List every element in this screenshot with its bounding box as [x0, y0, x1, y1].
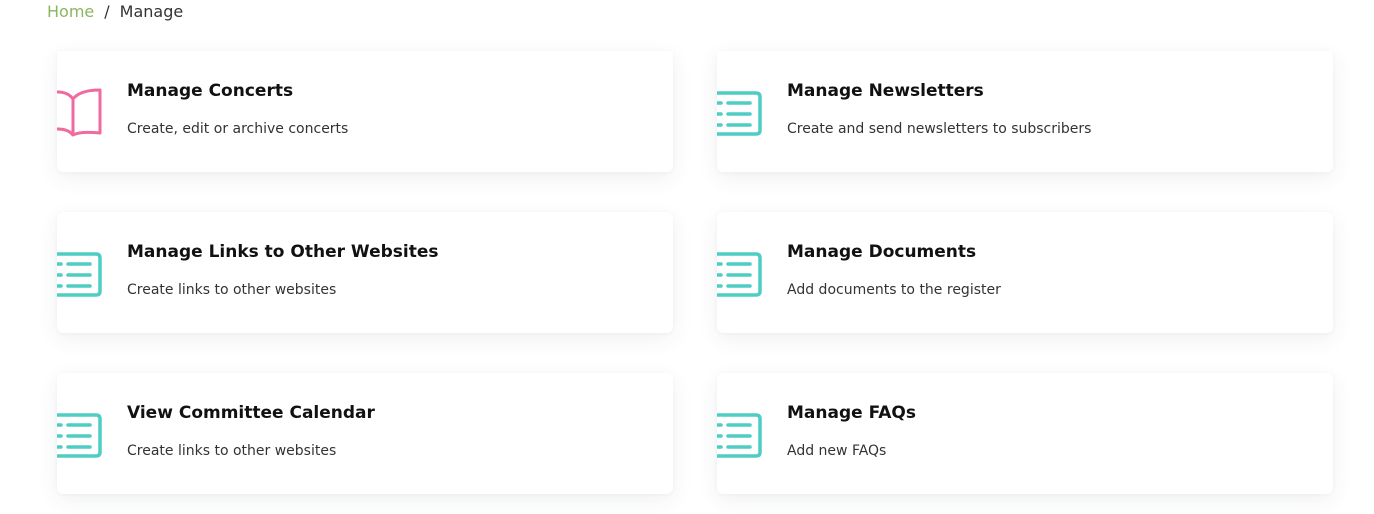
card-title: Manage Links to Other Websites: [127, 242, 439, 262]
manage-page: Home / Manage Manage Concerts Create, ed…: [0, 0, 1374, 514]
list-icon: [717, 87, 763, 139]
card-title: Manage FAQs: [787, 403, 916, 423]
manage-faqs-card[interactable]: Manage FAQs Add new FAQs: [717, 373, 1333, 494]
card-title: View Committee Calendar: [127, 403, 375, 423]
manage-links-card[interactable]: Manage Links to Other Websites Create li…: [57, 212, 673, 333]
manage-newsletters-card[interactable]: Manage Newsletters Create and send newsl…: [717, 51, 1333, 172]
view-committee-calendar-card[interactable]: View Committee Calendar Create links to …: [57, 373, 673, 494]
breadcrumb-home-link[interactable]: Home: [47, 2, 94, 21]
book-icon: [57, 87, 103, 139]
card-description: Add new FAQs: [787, 443, 887, 459]
manage-concerts-card[interactable]: Manage Concerts Create, edit or archive …: [57, 51, 673, 172]
list-icon: [717, 409, 763, 461]
breadcrumb-current: Manage: [119, 1, 184, 21]
card-description: Add documents to the register: [787, 282, 1001, 298]
card-title: Manage Documents: [787, 242, 977, 262]
breadcrumb: Home / Manage: [47, 0, 183, 22]
list-icon: [717, 248, 763, 300]
breadcrumb-separator: /: [104, 1, 110, 21]
list-icon: [57, 409, 103, 461]
manage-documents-card[interactable]: Manage Documents Add documents to the re…: [717, 212, 1333, 333]
card-title: Manage Concerts: [127, 81, 294, 101]
card-description: Create links to other websites: [127, 443, 337, 459]
card-description: Create, edit or archive concerts: [127, 121, 349, 137]
card-title: Manage Newsletters: [787, 81, 984, 101]
card-description: Create links to other websites: [127, 282, 337, 298]
card-description: Create and send newsletters to subscribe…: [787, 121, 1092, 137]
list-icon: [57, 248, 103, 300]
